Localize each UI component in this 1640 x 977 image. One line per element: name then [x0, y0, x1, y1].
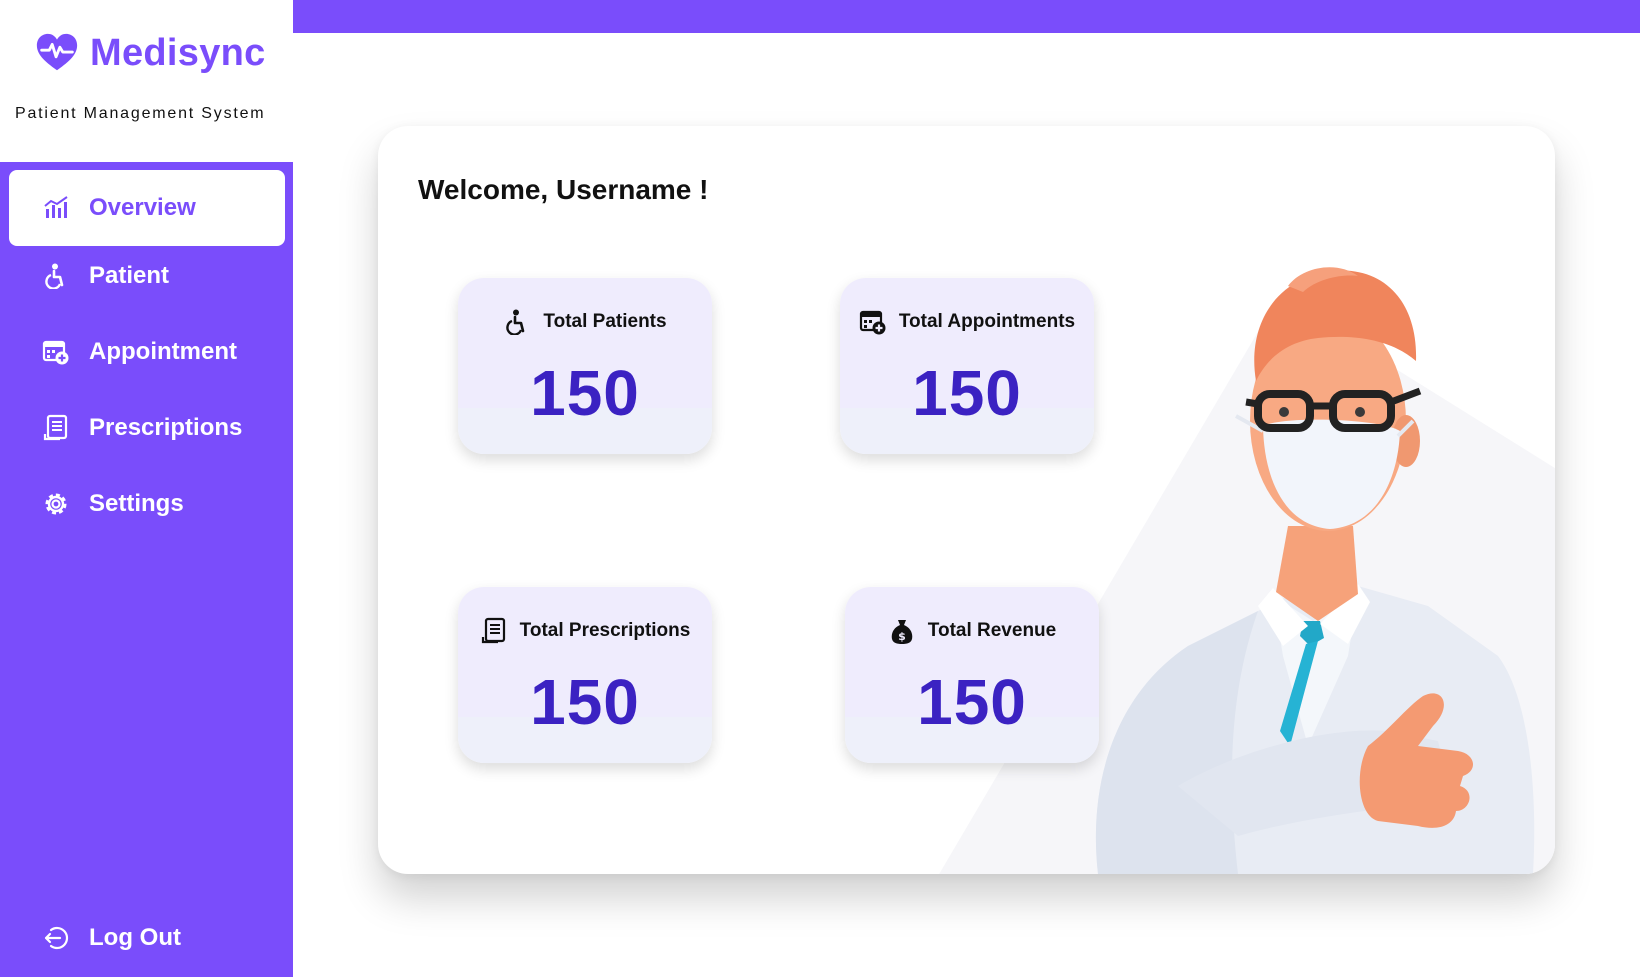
stat-value: 150	[530, 357, 640, 429]
logout-button[interactable]: Log Out	[9, 900, 285, 976]
sidebar-item-label: Prescriptions	[89, 414, 243, 441]
app-tagline: Patient Management System	[15, 105, 266, 122]
stat-card-appointments[interactable]: Total Appointments 150	[840, 278, 1094, 454]
stat-card-prescriptions[interactable]: Total Prescriptions 150	[458, 587, 712, 763]
person-icon	[41, 261, 71, 291]
stat-label: Total Prescriptions	[519, 620, 691, 641]
welcome-heading: Welcome, Username !	[418, 174, 709, 205]
calendar-add-icon	[859, 308, 887, 336]
top-bar	[293, 0, 1640, 33]
svg-text:$: $	[898, 630, 906, 643]
stat-label: Total Revenue	[927, 620, 1057, 641]
overview-card: Welcome, Username ! Total Patients 150 T…	[378, 126, 1555, 874]
heart-pulse-icon	[36, 33, 78, 71]
sidebar-item-label: Settings	[89, 490, 184, 517]
money-bag-icon: $	[888, 617, 916, 645]
sidebar-item-overview[interactable]: Overview	[9, 170, 285, 246]
sidebar-item-label: Patient	[89, 262, 170, 289]
doctor-illustration	[1095, 267, 1535, 874]
stat-card-patients[interactable]: Total Patients 150	[458, 278, 712, 454]
sidebar-item-label: Overview	[89, 194, 196, 221]
sidebar-item-appointment[interactable]: Appointment	[9, 314, 285, 390]
chart-icon	[41, 193, 71, 223]
gear-icon	[41, 489, 71, 519]
sidebar-item-label: Appointment	[89, 338, 237, 365]
logout-label: Log Out	[89, 924, 181, 951]
stat-label: Total Patients	[543, 311, 667, 332]
calendar-add-icon	[41, 337, 71, 367]
brand-header: Medisync Patient Management System	[0, 0, 293, 162]
sidebar-item-prescriptions[interactable]: Prescriptions	[9, 390, 285, 466]
app-name: Medisync	[90, 31, 266, 74]
stat-label: Total Appointments	[898, 311, 1076, 332]
logo[interactable]: Medisync	[34, 30, 266, 76]
receipt-icon	[41, 413, 71, 443]
sidebar-item-patient[interactable]: Patient	[9, 238, 285, 314]
receipt-icon	[480, 617, 508, 645]
sidebar: Medisync Patient Management System Overv…	[0, 0, 293, 977]
stat-value: 150	[912, 357, 1022, 429]
logout-icon	[41, 923, 71, 953]
stat-value: 150	[530, 666, 640, 738]
person-icon	[503, 308, 531, 336]
sidebar-item-settings[interactable]: Settings	[9, 466, 285, 542]
